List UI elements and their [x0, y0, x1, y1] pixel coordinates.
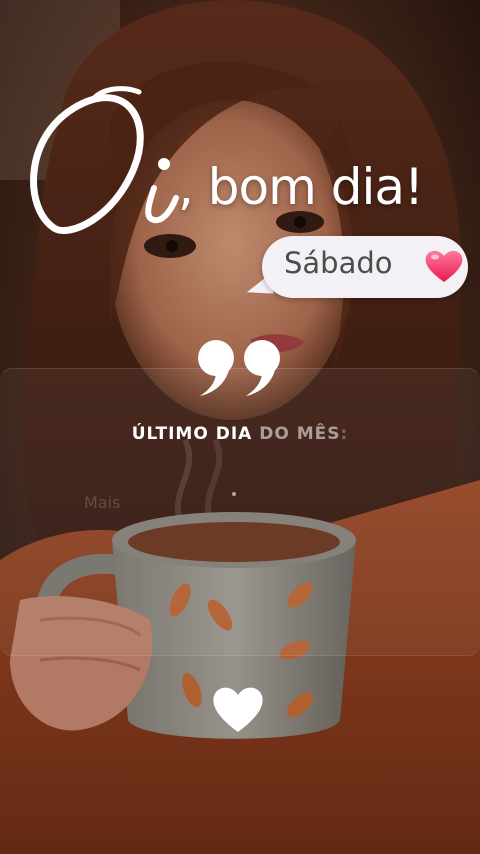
story-canvas: Oi , bom dia! Sábado ÚLTIMO DIA DO MÊS: … [0, 0, 480, 854]
day-label: Sábado [284, 246, 393, 280]
faint-text: Mais [84, 493, 121, 512]
month-caption: ÚLTIMO DIA DO MÊS: [0, 424, 480, 444]
dot-marker [232, 492, 236, 496]
quote-icon [198, 340, 280, 396]
caption-strong: ÚLTIMO DIA [131, 424, 253, 444]
heart-icon [425, 250, 463, 282]
greeting-title: , bom dia! [178, 158, 424, 216]
caption-mid: DO MÊS [252, 424, 341, 444]
quote-panel [0, 368, 480, 656]
heart-icon[interactable] [211, 684, 265, 734]
caption-end: : [340, 424, 349, 444]
